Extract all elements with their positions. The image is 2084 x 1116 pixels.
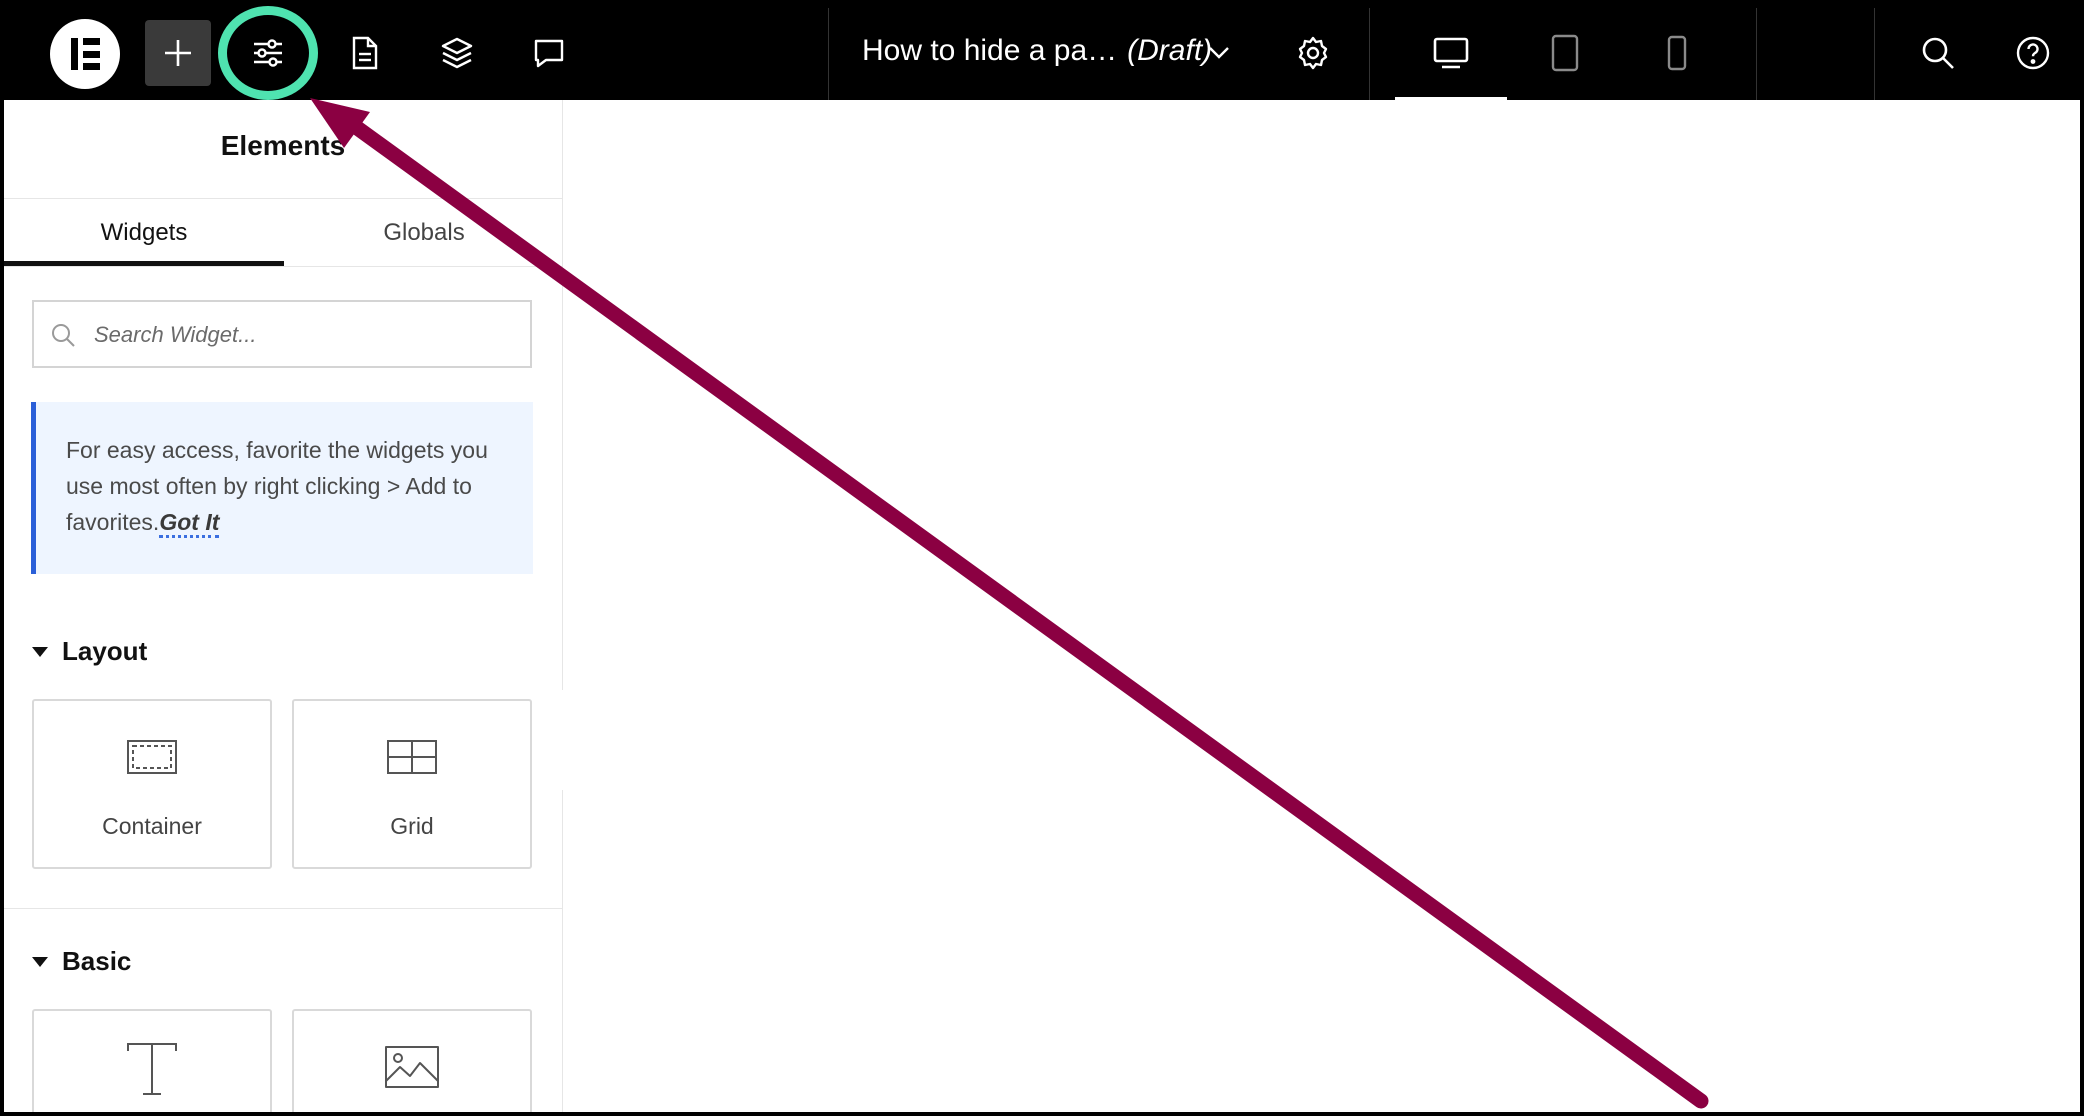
annotation-arrow <box>310 98 1709 1109</box>
editor-window: How to hide a pa… (Draft) Elements Widge… <box>4 4 2080 1112</box>
